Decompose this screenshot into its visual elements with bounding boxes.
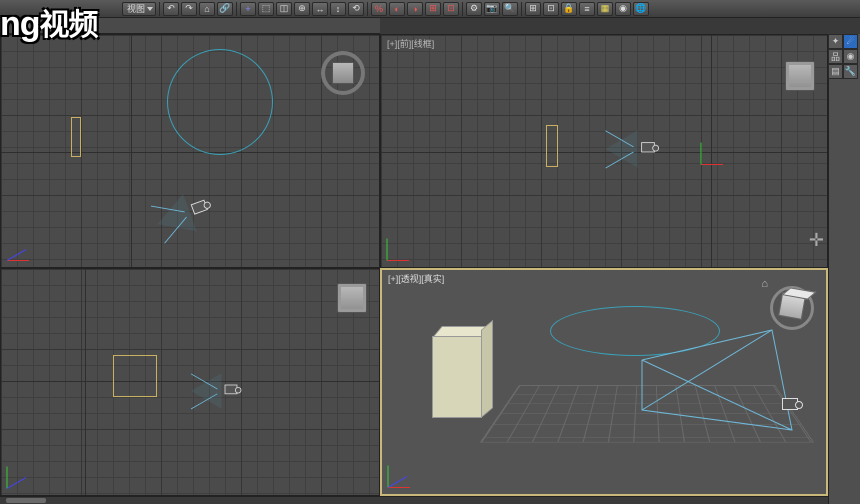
grid-b-button[interactable]: ⊡ <box>443 2 459 16</box>
material-button[interactable]: ▦ <box>597 2 613 16</box>
axis-y <box>711 35 712 267</box>
axis-y <box>131 35 132 267</box>
create-tab[interactable]: ✦ <box>828 34 843 49</box>
watermark-en: ng <box>0 5 40 43</box>
ground-grid <box>480 385 814 442</box>
viewport-top[interactable] <box>0 34 380 268</box>
separator <box>159 2 160 16</box>
list-button[interactable]: ≡ <box>579 2 595 16</box>
command-panel <box>828 34 860 504</box>
camera-button[interactable]: 📷 <box>484 2 500 16</box>
grid-a-button[interactable]: ⊞ <box>425 2 441 16</box>
settings-button[interactable]: ⚙ <box>466 2 482 16</box>
home-icon[interactable]: ⌂ <box>761 278 768 290</box>
box-object-front[interactable] <box>546 125 558 167</box>
separator <box>236 2 237 16</box>
viewport-quad: [+][前][线框] [+][透视][真实] ⌂ <box>0 34 828 496</box>
separator <box>367 2 368 16</box>
command-panel-tabs: ✦☄品◉▤🔧 <box>828 34 860 70</box>
view-dropdown[interactable]: 视图 <box>122 2 156 16</box>
axis-x <box>1 381 379 382</box>
rotate-button[interactable]: ⟲ <box>348 2 364 16</box>
motion-tab[interactable]: ◉ <box>843 49 858 64</box>
move-button[interactable]: ⊕ <box>294 2 310 16</box>
redo-button[interactable]: ↷ <box>181 2 197 16</box>
undo-button[interactable]: ↶ <box>163 2 179 16</box>
axis-gizmo <box>388 458 418 488</box>
helper-circle[interactable] <box>550 306 720 356</box>
watermark-cn: 视频 <box>40 9 98 42</box>
move-x-button[interactable]: ↔ <box>312 2 328 16</box>
viewport-grid-major <box>381 35 827 267</box>
layout-a-button[interactable]: ⊞ <box>525 2 541 16</box>
move-y-button[interactable]: ↕ <box>330 2 346 16</box>
window-button[interactable]: ◫ <box>276 2 292 16</box>
region-button[interactable]: ⬚ <box>258 2 274 16</box>
timeline-scrollbar[interactable] <box>0 496 828 504</box>
viewport-perspective[interactable]: [+][透视][真实] ⌂ <box>380 268 828 496</box>
viewport-label: [+][透视][真实] <box>388 272 444 285</box>
axis-x <box>1 152 379 153</box>
scrollbar-thumb[interactable] <box>6 498 46 503</box>
percent-button[interactable]: % <box>371 2 387 16</box>
helper-circle[interactable] <box>167 49 273 155</box>
viewcube-3d[interactable] <box>770 286 814 330</box>
box-object-top[interactable] <box>71 117 81 157</box>
viewcube[interactable] <box>337 283 367 313</box>
viewcube[interactable] <box>785 61 815 91</box>
display-tab[interactable]: ▤ <box>828 64 843 79</box>
box-object-left[interactable] <box>113 355 157 397</box>
axis-y <box>85 269 86 495</box>
watermark-logo: ng视频 <box>0 0 98 44</box>
viewport-front[interactable]: [+][前][线框] <box>380 34 828 268</box>
select-button[interactable]: + <box>240 2 256 16</box>
axis-x <box>381 152 827 153</box>
link-button[interactable]: 🔗 <box>217 2 233 16</box>
utilities-tab[interactable]: 🔧 <box>843 64 858 79</box>
main-toolbar: 视图 ↶ ↷ ⌂ 🔗 + ⬚ ◫ ⊕ ↔ ↕ ⟲ % ◐ ◑ ⊞ ⊡ ⚙ 📷 🔍… <box>0 0 860 18</box>
modify-tab[interactable]: ☄ <box>843 34 858 49</box>
viewcube[interactable] <box>321 51 365 95</box>
lock-button[interactable]: 🔒 <box>561 2 577 16</box>
box-object[interactable] <box>432 326 492 418</box>
viewport-left[interactable] <box>0 268 380 496</box>
home-button[interactable]: ⌂ <box>199 2 215 16</box>
separator <box>462 2 463 16</box>
snap-b-button[interactable]: ◑ <box>407 2 423 16</box>
web-button[interactable]: 🌐 <box>633 2 649 16</box>
snap-a-button[interactable]: ◐ <box>389 2 405 16</box>
hierarchy-tab[interactable]: 品 <box>828 49 843 64</box>
separator <box>521 2 522 16</box>
render-button[interactable]: ◉ <box>615 2 631 16</box>
zoom-button[interactable]: 🔍 <box>502 2 518 16</box>
camera-body-icon[interactable] <box>782 398 798 410</box>
viewport-grid-major <box>1 269 379 495</box>
layout-b-button[interactable]: ⊡ <box>543 2 559 16</box>
